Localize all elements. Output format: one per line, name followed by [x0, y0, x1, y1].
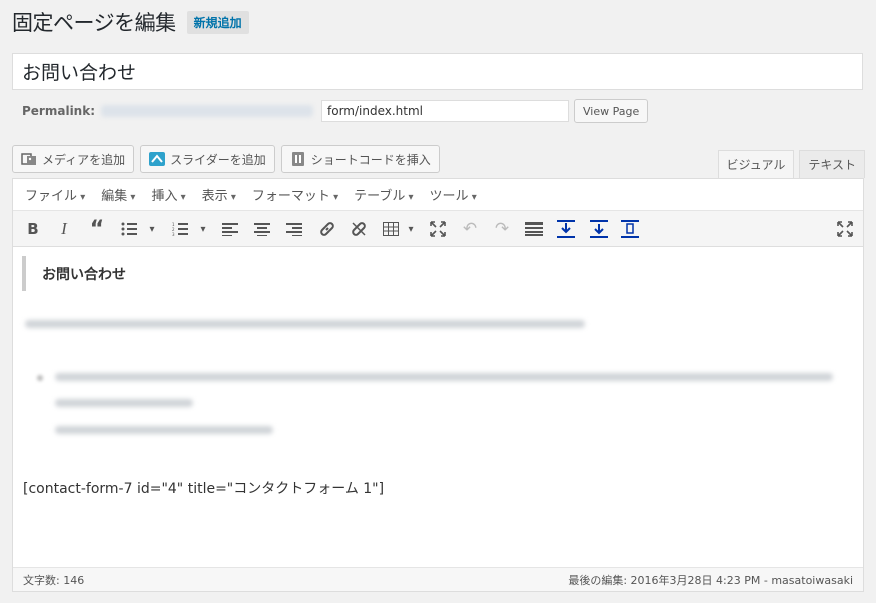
- editor-status-bar: 文字数: 146 最後の編集: 2016年3月28日 4:23 PM - mas…: [13, 567, 863, 591]
- contact-form-shortcode: [contact-form-7 id="4" title="コンタクトフォーム …: [23, 481, 385, 497]
- insert-before-icon[interactable]: [556, 219, 576, 239]
- redacted-list-line: [55, 399, 193, 407]
- unlink-icon[interactable]: [349, 219, 369, 239]
- editor: ファイル 編集 挿入 表示 フォーマット テーブル ツール B I “ ▾ 12…: [12, 178, 864, 592]
- toolbar-toggle-icon[interactable]: [524, 219, 544, 239]
- insert-shortcode-label: ショートコードを挿入: [310, 152, 431, 167]
- page-title: 固定ページを編集: [12, 11, 176, 35]
- page-header: 固定ページを編集 新規追加: [12, 6, 249, 38]
- insert-shortcode-button[interactable]: ショートコードを挿入: [280, 145, 440, 173]
- link-icon[interactable]: [317, 219, 337, 239]
- redacted-paragraph: [25, 320, 585, 328]
- redacted-bullet: [37, 375, 43, 381]
- slider-icon: [149, 151, 166, 167]
- menu-tools[interactable]: ツール: [424, 185, 483, 204]
- insert-page-break-icon[interactable]: [620, 219, 640, 239]
- permalink-row: Permalink: View Page: [22, 99, 649, 123]
- fullscreen-icon[interactable]: [428, 219, 448, 239]
- svg-text:3: 3: [172, 232, 175, 236]
- shortcode-icon: [290, 151, 306, 167]
- word-count: 文字数: 146: [23, 573, 85, 587]
- undo-icon[interactable]: ↶: [460, 219, 480, 239]
- bullet-list-icon[interactable]: [119, 219, 139, 239]
- redacted-list-line: [55, 373, 833, 381]
- insert-after-icon[interactable]: [589, 219, 609, 239]
- permalink-base-url-redacted: [101, 105, 314, 117]
- content-heading-blockquote: お問い合わせ: [22, 256, 126, 291]
- editor-tabs: ビジュアル テキスト: [717, 150, 865, 178]
- redo-icon[interactable]: ↷: [492, 219, 512, 239]
- permalink-slug-input[interactable]: [321, 100, 570, 122]
- numbered-list-dropdown-icon[interactable]: ▾: [193, 219, 213, 239]
- align-center-icon[interactable]: [252, 219, 272, 239]
- table-icon[interactable]: [381, 219, 401, 239]
- menu-view[interactable]: 表示: [196, 185, 242, 204]
- editor-toolbar: B I “ ▾ 123 ▾ ▾ ↶ ↷: [13, 211, 863, 247]
- content-heading: お問い合わせ: [42, 266, 126, 283]
- add-media-button[interactable]: メディアを追加: [12, 145, 135, 173]
- italic-icon[interactable]: I: [54, 219, 74, 239]
- media-buttons: メディアを追加 スライダーを追加 ショートコードを挿入: [12, 145, 440, 173]
- menu-insert[interactable]: 挿入: [145, 185, 191, 204]
- add-slider-button[interactable]: スライダーを追加: [140, 145, 275, 173]
- tab-visual[interactable]: ビジュアル: [717, 150, 795, 178]
- bullet-list-dropdown-icon[interactable]: ▾: [142, 219, 162, 239]
- blockquote-icon[interactable]: “: [87, 217, 107, 242]
- add-media-label: メディアを追加: [42, 152, 126, 167]
- redacted-list-line: [55, 426, 273, 434]
- align-left-icon[interactable]: [220, 219, 240, 239]
- editor-menubar: ファイル 編集 挿入 表示 フォーマット テーブル ツール: [13, 179, 863, 211]
- view-page-button[interactable]: View Page: [574, 99, 649, 123]
- bold-icon[interactable]: B: [23, 219, 43, 239]
- add-slider-label: スライダーを追加: [170, 152, 266, 167]
- last-edit-info: 最後の編集: 2016年3月28日 4:23 PM - masatoiwasak…: [568, 573, 853, 587]
- align-right-icon[interactable]: [284, 219, 304, 239]
- menu-edit[interactable]: 編集: [95, 185, 141, 204]
- add-new-button[interactable]: 新規追加: [186, 10, 249, 34]
- media-icon: [21, 151, 37, 167]
- distraction-free-icon[interactable]: [835, 219, 855, 239]
- table-dropdown-icon[interactable]: ▾: [401, 219, 421, 239]
- editor-content[interactable]: お問い合わせ [contact-form-7 id="4" title="コンタ…: [13, 247, 863, 569]
- menu-format[interactable]: フォーマット: [246, 185, 344, 204]
- menu-table[interactable]: テーブル: [348, 185, 419, 204]
- numbered-list-icon[interactable]: 123: [170, 219, 190, 239]
- menu-file[interactable]: ファイル: [19, 185, 91, 204]
- permalink-label: Permalink:: [22, 104, 96, 118]
- post-title-input[interactable]: [12, 53, 863, 90]
- tab-text[interactable]: テキスト: [799, 150, 865, 178]
